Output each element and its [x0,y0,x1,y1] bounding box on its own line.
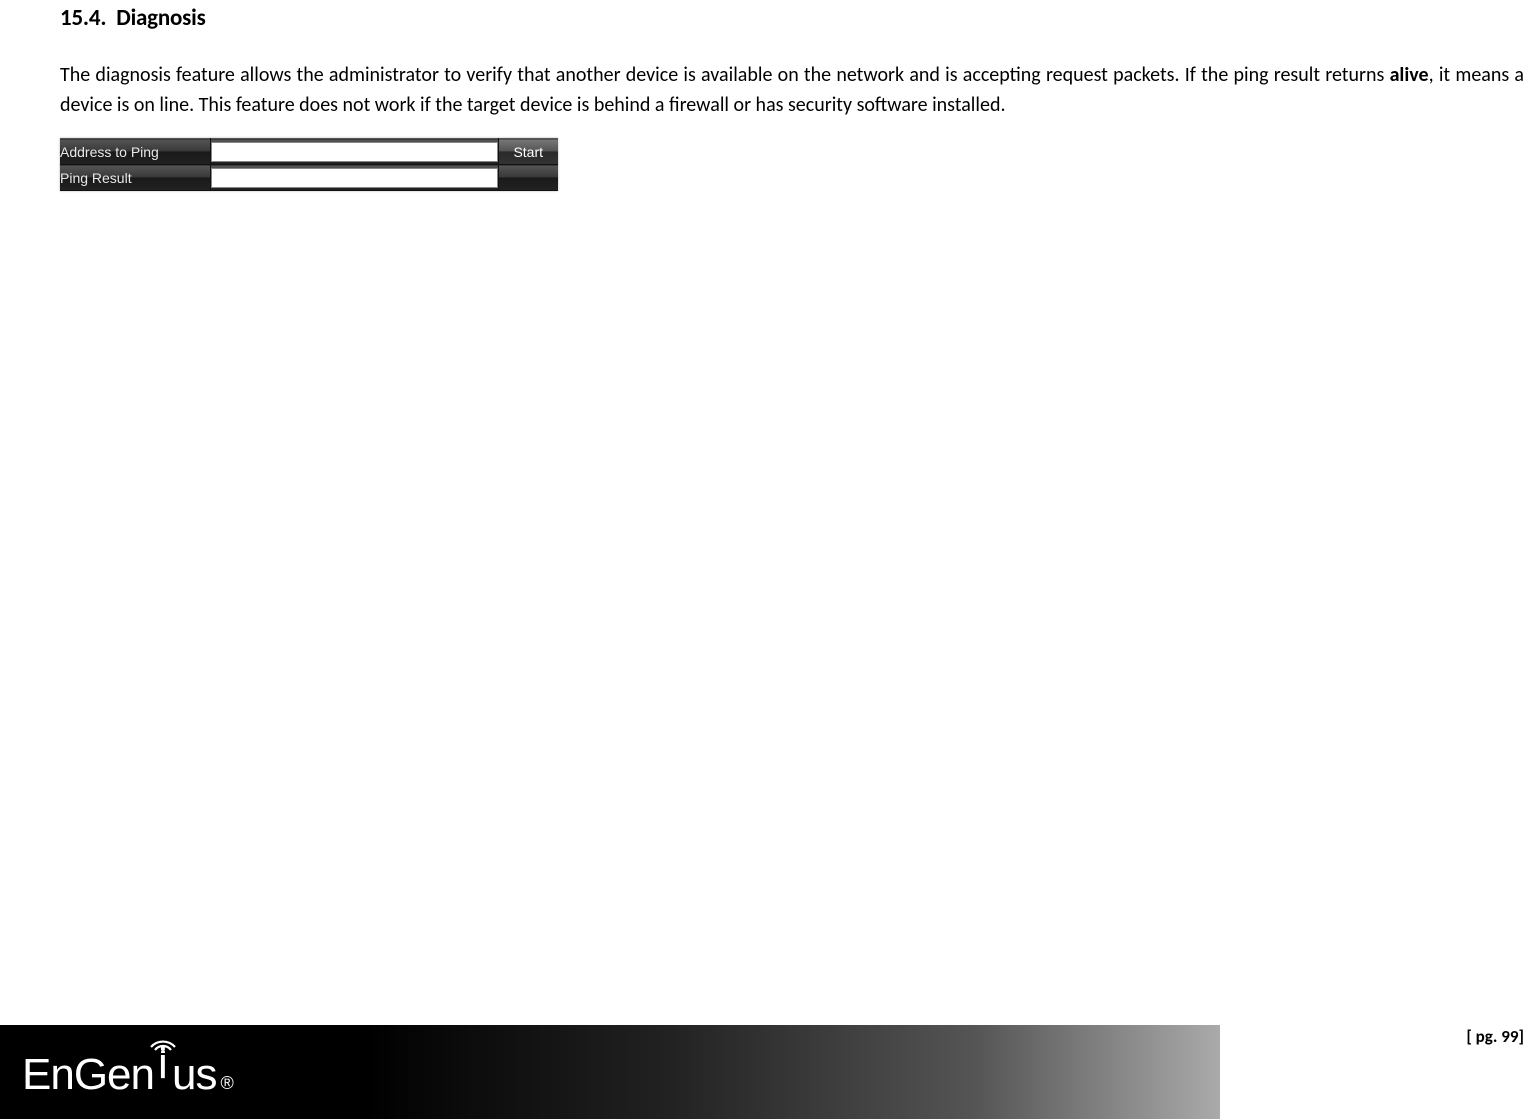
para-part1: The diagnosis feature allows the adminis… [60,63,1390,87]
ping-result-row: Ping Result [60,165,558,191]
logo-i-letter: i [154,1045,172,1089]
address-to-ping-input-cell [210,139,498,165]
section-heading: 15.4. Diagnosis [60,4,1530,32]
section-number: 15.4. [60,4,106,32]
body-paragraph: The diagnosis feature allows the adminis… [60,60,1524,120]
footer-bar: EnGen i us® [0,1025,1220,1119]
page-number: [ pg. 99] [1466,1026,1524,1047]
address-to-ping-input[interactable] [211,142,498,162]
diagnosis-ping-widget: Address to Ping Start Ping Result [60,138,558,191]
engenius-logo: EnGen i us® [22,1045,234,1100]
section-title-text: Diagnosis [116,4,205,32]
registered-trademark-icon: ® [220,1073,233,1094]
ping-result-label: Ping Result [60,165,210,191]
logo-text-part2: us [172,1050,216,1100]
ping-result-blank-cell [498,165,558,191]
logo-text-part1: EnGen [22,1050,154,1100]
ping-address-row: Address to Ping Start [60,139,558,165]
address-to-ping-label: Address to Ping [60,139,210,165]
ping-result-output [211,168,498,188]
para-bold: alive [1390,63,1429,87]
start-button[interactable]: Start [498,139,558,165]
ping-result-input-cell [210,165,498,191]
